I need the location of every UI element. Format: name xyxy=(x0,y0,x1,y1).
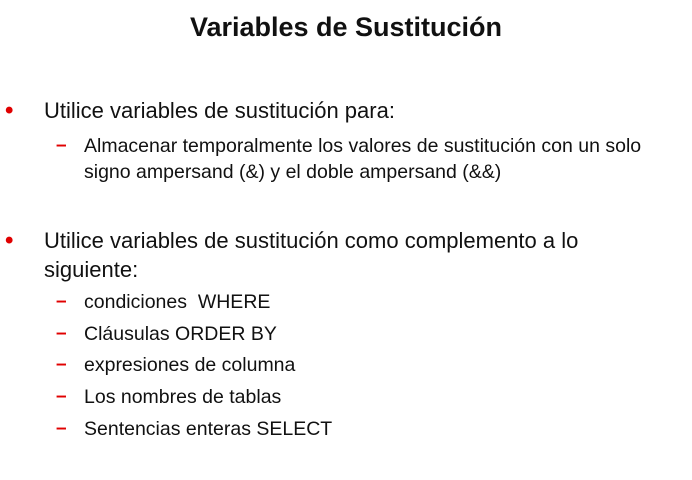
bullet-text: Utilice variables de sustitución para: xyxy=(44,98,395,123)
dash-icon: – xyxy=(56,386,67,407)
sub-item-text: Los nombres de tablas xyxy=(84,386,282,408)
dash-icon: – xyxy=(56,291,67,312)
sub-item-text: expresiones de columna xyxy=(84,354,296,376)
dash-icon: – xyxy=(56,135,67,156)
bullet-text: Utilice variables de sustitución como co… xyxy=(44,228,579,282)
dash-icon: – xyxy=(56,354,67,375)
bullet-icon: • xyxy=(5,227,14,254)
sub-item-text: Almacenar temporalmente los valores de s… xyxy=(84,135,642,183)
sub-item-text: Cláusulas ORDER BY xyxy=(84,323,277,345)
sub-item-text: condiciones WHERE xyxy=(84,291,271,313)
slide-title: Variables de Sustitución xyxy=(189,12,503,42)
dash-icon: – xyxy=(56,418,67,439)
sub-item-text: Sentencias enteras SELECT xyxy=(84,418,333,440)
dash-icon: – xyxy=(56,323,67,344)
bullet-icon: • xyxy=(5,97,14,124)
slide: Variables de Sustitución • Utilice varia… xyxy=(0,0,692,480)
